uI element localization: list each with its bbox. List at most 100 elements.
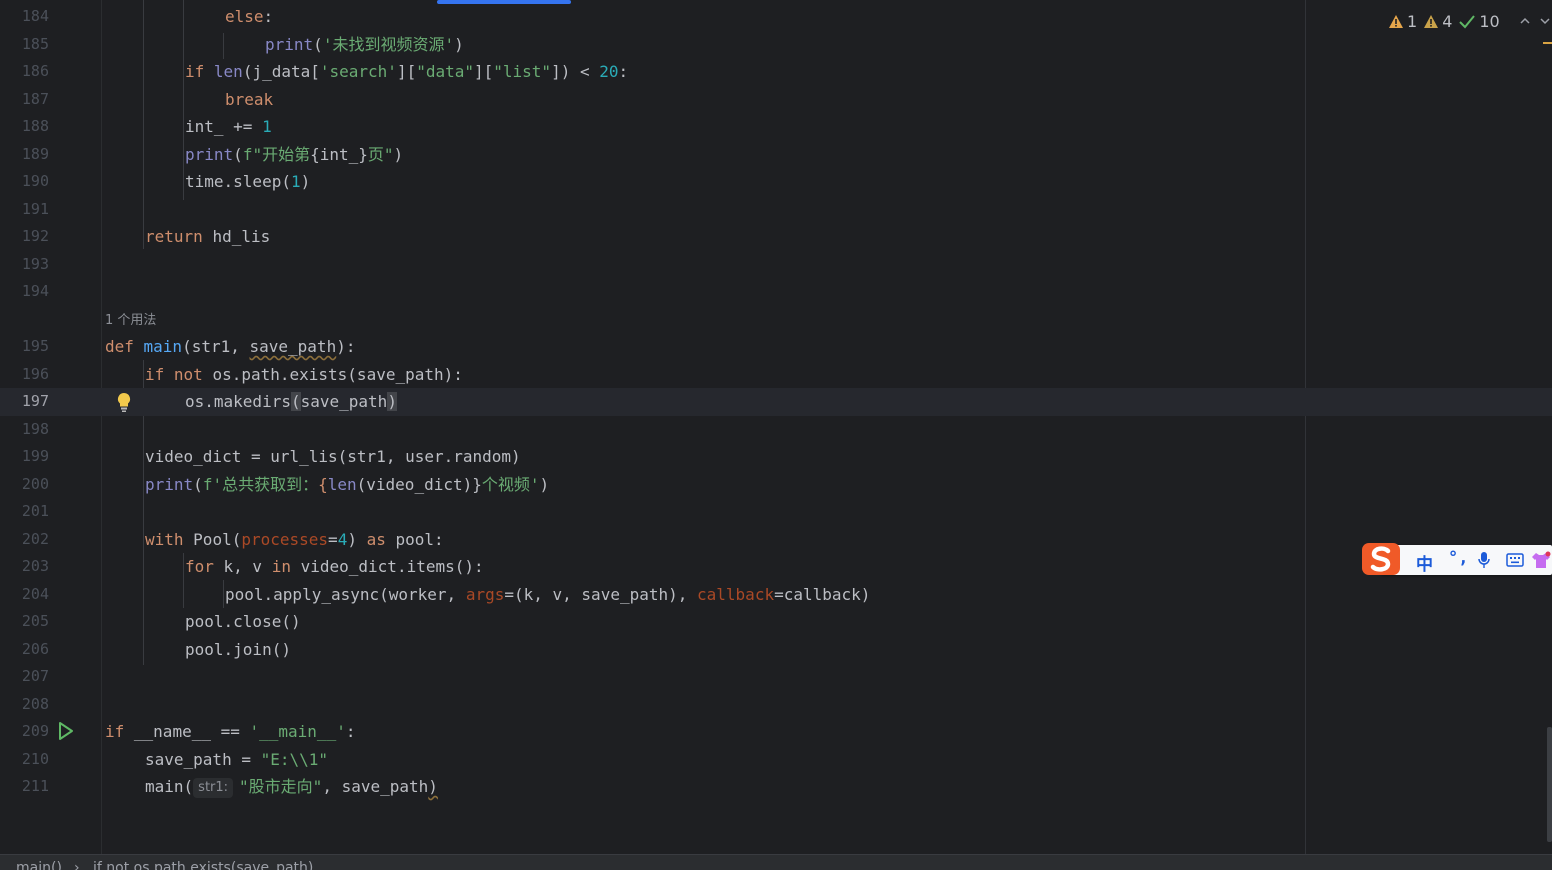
- line-number: 184: [21, 7, 49, 25]
- line-number: 194: [21, 282, 49, 300]
- code-text[interactable]: time.sleep(1): [185, 168, 310, 196]
- code-text[interactable]: video_dict = url_lis(str1, user.random): [145, 443, 521, 471]
- code-text[interactable]: for k, v in video_dict.items():: [185, 553, 484, 581]
- line-number: 204: [21, 584, 49, 603]
- code-text[interactable]: print(f'总共获取到：{len(video_dict)}个视频'): [145, 471, 549, 499]
- skin-shirt-icon[interactable]: [1531, 551, 1551, 569]
- line-number: 207: [21, 667, 49, 685]
- error-count-label: 1: [1407, 11, 1418, 31]
- code-line[interactable]: 210 save_path = "E:\\1": [0, 746, 1552, 774]
- code-line[interactable]: 205 pool.close(): [0, 608, 1552, 636]
- code-line[interactable]: 187 break: [0, 86, 1552, 114]
- code-line[interactable]: 185 print('未找到视频资源'): [0, 31, 1552, 59]
- ime-language-toggle[interactable]: 中: [1416, 550, 1433, 575]
- code-line[interactable]: 203 for k, v in video_dict.items():: [0, 553, 1552, 581]
- code-line[interactable]: 202 with Pool(processes=4) as pool:: [0, 526, 1552, 554]
- code-line[interactable]: 189 print(f"开始第{int_}页"): [0, 141, 1552, 169]
- line-number: 208: [21, 694, 49, 713]
- code-text[interactable]: int_ += 1: [185, 113, 272, 141]
- code-line[interactable]: 184 else:: [0, 3, 1552, 31]
- current-code-line[interactable]: 197 os.makedirs(save_path): [0, 388, 1552, 416]
- check-icon: [1459, 14, 1476, 28]
- ime-bar[interactable]: 中 °,: [1381, 545, 1552, 575]
- line-number: 191: [21, 199, 49, 218]
- line-number: 210: [21, 749, 49, 768]
- ime-punctuation-toggle[interactable]: °,: [1448, 548, 1468, 568]
- warning-triangle-icon: [1424, 14, 1439, 28]
- weak-warning-count[interactable]: 10: [1458, 11, 1500, 31]
- code-line[interactable]: 208: [0, 691, 1552, 719]
- keyboard-icon[interactable]: [1506, 553, 1524, 567]
- code-text[interactable]: def main(str1, save_path):: [105, 333, 355, 361]
- lightbulb-icon[interactable]: [115, 391, 133, 413]
- chevron-down-icon[interactable]: [1538, 14, 1552, 28]
- code-line[interactable]: 204 pool.apply_async(worker, args=(k, v,…: [0, 581, 1552, 609]
- line-number: 193: [21, 254, 49, 273]
- code-line[interactable]: 201: [0, 498, 1552, 526]
- code-text[interactable]: os.makedirs(save_path): [185, 388, 397, 416]
- code-line[interactable]: 193: [0, 251, 1552, 279]
- run-icon[interactable]: [57, 721, 75, 741]
- code-text[interactable]: main(str1: "股市走向", save_path): [145, 773, 438, 801]
- vertical-scrollbar[interactable]: [1547, 727, 1552, 842]
- code-line[interactable]: 198: [0, 416, 1552, 444]
- code-editor[interactable]: 184 else: 185 print('未找到视频资源') 186 if le…: [0, 0, 1552, 854]
- code-text[interactable]: if __name__ == '__main__':: [105, 718, 355, 746]
- line-number: 190: [21, 172, 49, 190]
- warning-stripe-marker[interactable]: [1543, 42, 1552, 44]
- code-text[interactable]: pool.join(): [185, 636, 291, 664]
- ime-toolbar[interactable]: 中 °,: [1361, 540, 1552, 578]
- line-number: 198: [21, 419, 49, 438]
- code-line[interactable]: 186 if len(j_data['search']["data"]["lis…: [0, 58, 1552, 86]
- line-number: 206: [21, 639, 49, 658]
- code-text[interactable]: print('未找到视频资源'): [265, 31, 464, 59]
- code-line[interactable]: 188 int_ += 1: [0, 113, 1552, 141]
- code-text[interactable]: save_path = "E:\\1": [145, 746, 328, 774]
- code-text[interactable]: return hd_lis: [145, 223, 270, 251]
- code-text[interactable]: print(f"开始第{int_}页"): [185, 141, 403, 169]
- code-text[interactable]: if not os.path.exists(save_path):: [145, 361, 463, 389]
- code-text[interactable]: with Pool(processes=4) as pool:: [145, 526, 444, 554]
- code-line[interactable]: 191: [0, 196, 1552, 224]
- line-number: 209: [21, 722, 49, 740]
- line-number: 202: [21, 529, 49, 548]
- chevron-up-icon[interactable]: [1518, 14, 1532, 28]
- line-number: 186: [21, 62, 49, 80]
- code-line[interactable]: 206 pool.join(): [0, 636, 1552, 664]
- code-text[interactable]: pool.apply_async(worker, args=(k, v, sav…: [225, 581, 870, 609]
- microphone-icon[interactable]: [1478, 551, 1490, 569]
- error-count[interactable]: 1: [1388, 12, 1417, 31]
- weak-warning-label: 10: [1479, 11, 1500, 31]
- code-line[interactable]: 199 video_dict = url_lis(str1, user.rand…: [0, 443, 1552, 471]
- line-number: 200: [21, 474, 49, 493]
- code-line[interactable]: 192 return hd_lis: [0, 223, 1552, 251]
- parameter-inlay-hint: str1:: [193, 778, 234, 798]
- warning-count-label: 4: [1442, 11, 1453, 31]
- usage-hint[interactable]: 1 个用法: [105, 309, 156, 328]
- line-number: 203: [21, 557, 49, 575]
- code-line[interactable]: 209 if __name__ == '__main__':: [0, 718, 1552, 746]
- error-triangle-icon: [1389, 14, 1403, 28]
- inspection-widget[interactable]: 1 4 10: [1388, 8, 1552, 34]
- warning-count[interactable]: 4: [1423, 12, 1452, 31]
- code-line[interactable]: 207: [0, 663, 1552, 691]
- sogou-logo-icon[interactable]: [1361, 540, 1401, 578]
- code-text[interactable]: break: [225, 86, 273, 114]
- code-line[interactable]: 190 time.sleep(1): [0, 168, 1552, 196]
- line-number: 199: [21, 447, 49, 465]
- code-text[interactable]: else:: [225, 3, 273, 31]
- line-number: 196: [21, 364, 49, 383]
- line-number: 188: [21, 117, 49, 135]
- code-line[interactable]: 195 def main(str1, save_path):: [0, 333, 1552, 361]
- line-number: 189: [21, 144, 49, 163]
- code-line[interactable]: 196 if not os.path.exists(save_path):: [0, 361, 1552, 389]
- code-line[interactable]: 211 main(str1: "股市走向", save_path): [0, 773, 1552, 801]
- line-number: 192: [21, 227, 49, 245]
- code-text[interactable]: pool.close(): [185, 608, 301, 636]
- code-line[interactable]: 200 print(f'总共获取到：{len(video_dict)}个视频'): [0, 471, 1552, 499]
- code-text[interactable]: if len(j_data['search']["data"]["list"])…: [185, 58, 628, 86]
- code-line[interactable]: 194: [0, 278, 1552, 306]
- line-number: 211: [21, 777, 49, 795]
- line-number: 197: [21, 392, 49, 410]
- line-number: 201: [21, 502, 49, 520]
